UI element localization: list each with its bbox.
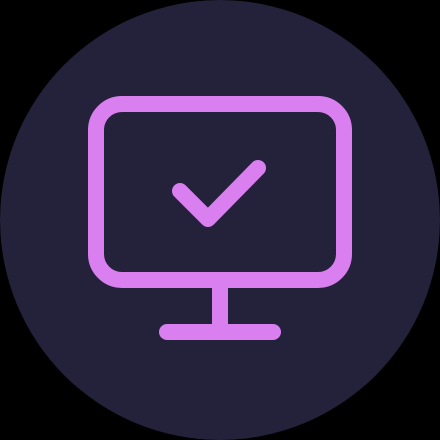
badge-circle [0,0,440,440]
icon-canvas [0,0,440,440]
monitor-check-icon [0,0,440,440]
